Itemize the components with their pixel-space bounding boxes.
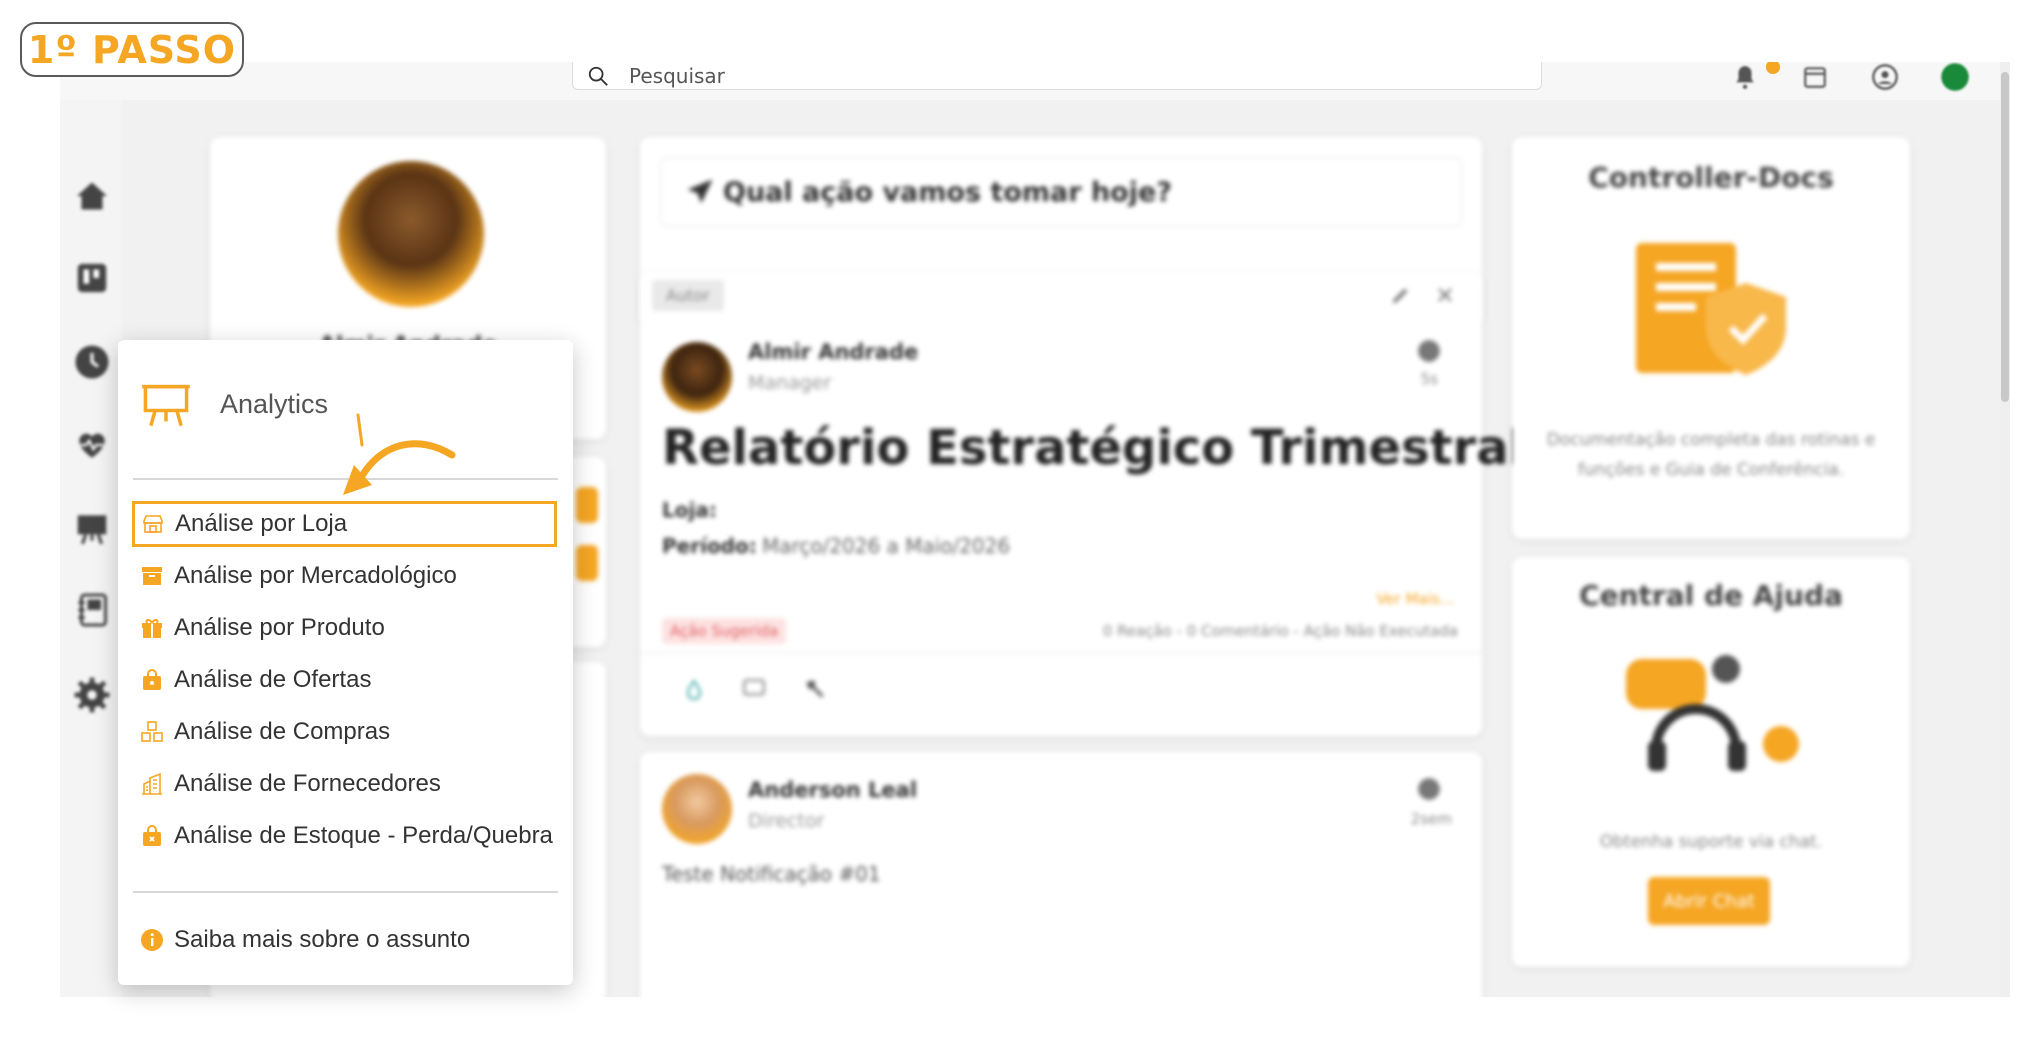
menu-item-label: Análise por Loja bbox=[175, 510, 348, 537]
kanban-icon[interactable] bbox=[72, 258, 112, 298]
help-card: Central de Ajuda Obtenha suporte via cha… bbox=[1512, 557, 1910, 967]
clock-icon[interactable] bbox=[72, 342, 112, 382]
gear-icon[interactable] bbox=[72, 675, 112, 715]
post-time: 5s bbox=[1420, 370, 1438, 388]
presentation-board-icon bbox=[142, 384, 190, 427]
period-label: Período: bbox=[662, 534, 757, 558]
menu-item-analise-de-compras[interactable]: Análise de Compras bbox=[134, 709, 390, 755]
search-placeholder: Pesquisar bbox=[629, 63, 725, 88]
post-card-2: Anderson Leal Director 2sem Teste Notifi… bbox=[640, 752, 1482, 997]
author-chip: Autor bbox=[652, 280, 724, 311]
quick-action-input[interactable]: Qual ação vamos tomar hoje? bbox=[660, 157, 1462, 227]
search-input[interactable]: Pesquisar bbox=[572, 62, 1542, 90]
post-author: Almir Andrade bbox=[748, 340, 919, 364]
notebook-icon[interactable] bbox=[72, 590, 112, 630]
learn-more-link[interactable]: Saiba mais sobre o assunto bbox=[134, 917, 470, 963]
menu-item-analise-por-produto[interactable]: Análise por Produto bbox=[134, 605, 385, 651]
post-title: Relatório Estratégico Trimestral bbox=[662, 420, 1526, 476]
info-icon bbox=[138, 926, 166, 954]
menu-item-label: Análise por Produto bbox=[174, 614, 385, 641]
scrollbar-thumb[interactable] bbox=[2001, 72, 2009, 402]
post-role: Director bbox=[748, 810, 825, 832]
shopping-bag-icon bbox=[138, 666, 166, 694]
boxes-icon bbox=[138, 718, 166, 746]
drop-icon[interactable] bbox=[682, 676, 706, 704]
store-label: Loja: bbox=[662, 498, 717, 522]
profile-avatar bbox=[338, 161, 484, 307]
see-more-link[interactable]: Ver Mais... bbox=[1376, 590, 1454, 608]
menu-item-analise-de-fornecedores[interactable]: Análise de Fornecedores bbox=[134, 761, 441, 807]
docs-card: Controller-Docs Documentação completa da… bbox=[1512, 137, 1910, 539]
globe-icon bbox=[1418, 340, 1440, 362]
learn-more-label: Saiba mais sobre o assunto bbox=[174, 926, 471, 953]
post-text: Teste Notificação #01 bbox=[662, 862, 881, 886]
menu-header: Analytics bbox=[140, 378, 328, 430]
pencil-icon[interactable] bbox=[1390, 284, 1412, 306]
menu-title: Analytics bbox=[220, 388, 329, 419]
post-stats: 0 Reação - 0 Comentário - Ação Não Execu… bbox=[1102, 622, 1458, 640]
post-author: Anderson Leal bbox=[748, 778, 918, 802]
accent-tab bbox=[576, 545, 598, 581]
menu-item-label: Análise de Fornecedores bbox=[174, 770, 441, 797]
post-time: 2sem bbox=[1410, 810, 1452, 828]
archive-icon bbox=[138, 562, 166, 590]
documents-shield-icon bbox=[1636, 243, 1786, 375]
send-icon bbox=[687, 179, 713, 204]
menu-item-analise-de-ofertas[interactable]: Análise de Ofertas bbox=[134, 657, 371, 703]
help-title: Central de Ajuda bbox=[1579, 579, 1843, 612]
period-value: Março/2026 a Maio/2026 bbox=[762, 534, 1011, 558]
author-avatar bbox=[662, 774, 732, 844]
support-headset-icon bbox=[1626, 655, 1799, 771]
quick-action-text: Qual ação vamos tomar hoje? bbox=[723, 176, 1172, 208]
docs-title: Controller-Docs bbox=[1588, 161, 1834, 194]
home-icon[interactable] bbox=[72, 176, 112, 216]
hammer-icon[interactable] bbox=[802, 676, 828, 702]
bell-icon[interactable] bbox=[1730, 62, 1760, 92]
close-icon[interactable] bbox=[1436, 286, 1454, 304]
docs-text: Documentação completa das rotinas e funç… bbox=[1546, 430, 1876, 480]
menu-item-label: Análise por Mercadológico bbox=[174, 562, 457, 589]
divider bbox=[640, 652, 1482, 653]
bag-x-icon bbox=[138, 822, 166, 850]
sidebar bbox=[60, 100, 122, 997]
accent-tab bbox=[576, 487, 598, 523]
menu-item-label: Análise de Ofertas bbox=[174, 666, 372, 693]
comment-icon[interactable] bbox=[740, 676, 768, 702]
menu-item-analise-por-mercadologico[interactable]: Análise por Mercadológico bbox=[134, 553, 457, 599]
store-icon bbox=[139, 510, 167, 538]
help-text: Obtenha suporte via chat. bbox=[1599, 832, 1823, 852]
heart-pulse-icon[interactable] bbox=[72, 425, 112, 465]
gift-icon bbox=[138, 614, 166, 642]
screen: 1º PASSO Pesquisar Qual ação vamos tomar… bbox=[0, 0, 2040, 1042]
globe-icon bbox=[1418, 778, 1440, 800]
step-badge: 1º PASSO bbox=[20, 22, 244, 77]
scrollbar[interactable] bbox=[2000, 62, 2010, 997]
user-icon[interactable] bbox=[1870, 62, 1900, 92]
calendar-settings-icon[interactable] bbox=[1800, 62, 1830, 92]
status-online-icon bbox=[1940, 62, 1970, 92]
post-role: Manager bbox=[748, 372, 832, 394]
author-avatar bbox=[662, 342, 732, 412]
menu-item-analise-de-estoque[interactable]: Análise de Estoque - Perda/Quebra bbox=[134, 813, 553, 859]
post-card: Autor Almir Andrade Manager 5s Relatório… bbox=[640, 272, 1525, 736]
building-icon bbox=[138, 770, 166, 798]
presentation-icon[interactable] bbox=[72, 508, 112, 548]
menu-item-label: Análise de Compras bbox=[174, 718, 391, 745]
menu-divider bbox=[133, 891, 558, 893]
open-chat-button[interactable]: Abrir Chat bbox=[1648, 877, 1770, 925]
top-bar: Pesquisar bbox=[60, 62, 2010, 100]
suggested-action-tag: Ação Sugerida bbox=[662, 618, 787, 644]
search-icon bbox=[588, 66, 608, 86]
menu-item-label: Análise de Estoque - Perda/Quebra bbox=[174, 822, 553, 849]
menu-item-analise-por-loja[interactable]: Análise por Loja bbox=[132, 501, 557, 547]
pointer-arrow-icon bbox=[343, 413, 456, 495]
